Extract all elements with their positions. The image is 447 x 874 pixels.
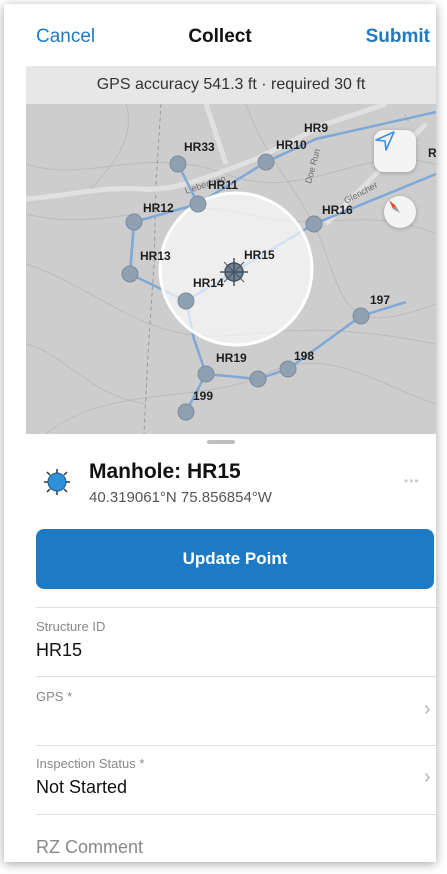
more-options-icon[interactable]: ••• — [404, 474, 420, 488]
map-label-199: 199 — [193, 389, 213, 403]
divider — [36, 676, 436, 677]
map-label-hr11: HR11 — [208, 178, 238, 192]
manhole-199[interactable] — [177, 403, 195, 421]
app-frame: Cancel Collect Submit GPS accuracy 541.3… — [4, 4, 436, 862]
submit-button[interactable]: Submit — [366, 26, 430, 48]
manhole-hr16[interactable] — [305, 215, 323, 233]
manhole-197[interactable] — [352, 307, 370, 325]
manhole-hr11[interactable] — [189, 195, 207, 213]
map-label-hr15: HR15 — [244, 248, 275, 262]
map-label-hr10: HR10 — [276, 138, 307, 152]
manhole-198[interactable] — [279, 360, 297, 378]
manhole-icon — [44, 469, 70, 495]
map-label-hr13: HR13 — [140, 249, 171, 263]
manhole-hr19[interactable] — [197, 365, 215, 383]
manhole-hr14[interactable] — [177, 292, 195, 310]
manhole-198a[interactable] — [249, 370, 267, 388]
navigation-bar: Cancel Collect Submit — [4, 4, 436, 64]
street-label: Glencher — [342, 180, 379, 206]
feature-title: Manhole: HR15 — [89, 460, 241, 483]
field-label: GPS * — [36, 689, 73, 704]
map-label-r: R — [428, 146, 436, 160]
map-label-hr19: HR19 — [216, 351, 247, 365]
compass-button[interactable] — [384, 196, 416, 228]
update-point-button[interactable]: Update Point — [36, 529, 434, 589]
cancel-button[interactable]: Cancel — [36, 26, 95, 48]
chevron-right-icon[interactable]: › — [424, 766, 431, 789]
map-label-198: 198 — [294, 349, 314, 363]
sheet-drag-handle[interactable] — [207, 440, 235, 444]
locate-arrow-icon — [375, 131, 395, 151]
map-label-hr14: HR14 — [193, 276, 224, 290]
divider — [36, 745, 436, 746]
manhole-hr12[interactable] — [125, 213, 143, 231]
manhole-hr10[interactable] — [257, 153, 275, 171]
gps-field[interactable]: GPS * — [36, 689, 436, 739]
map-label-hr33: HR33 — [184, 140, 215, 154]
feature-coordinates: 40.319061°N 75.856854°W — [89, 489, 272, 506]
manhole-hr13[interactable] — [121, 265, 139, 283]
field-value: HR15 — [36, 640, 83, 660]
field-value: Not Started — [36, 777, 128, 797]
manhole-hr15-selected[interactable] — [220, 258, 248, 286]
map-label-hr16: HR16 — [322, 203, 353, 217]
manhole-hr33[interactable] — [169, 155, 187, 173]
structure-id-field[interactable]: Structure ID HR15 — [36, 619, 436, 661]
boundary-line — [143, 104, 162, 434]
field-label: Structure ID — [36, 619, 106, 634]
rz-comment-field[interactable]: RZ Comment — [36, 837, 143, 858]
map-label-197: 197 — [370, 293, 390, 307]
map-view[interactable]: Lieberman Glencher Doe Run … HR9 HR33 HR… — [26, 104, 436, 434]
divider — [36, 607, 436, 608]
divider — [36, 814, 436, 815]
map-label-hr12: HR12 — [143, 201, 174, 215]
gps-accuracy-banner: GPS accuracy 541.3 ft · required 30 ft — [26, 66, 436, 104]
locate-button[interactable] — [374, 130, 416, 172]
compass-icon — [389, 200, 400, 213]
chevron-right-icon[interactable]: › — [424, 698, 431, 721]
inspection-status-field[interactable]: Inspection Status * Not Started — [36, 756, 436, 798]
gps-accuracy-text: GPS accuracy 541.3 ft · required 30 ft — [96, 76, 366, 93]
street-label: Doe Run — [303, 148, 322, 185]
field-label: Inspection Status * — [36, 756, 145, 771]
map-label-hr9: HR9 — [304, 121, 328, 135]
